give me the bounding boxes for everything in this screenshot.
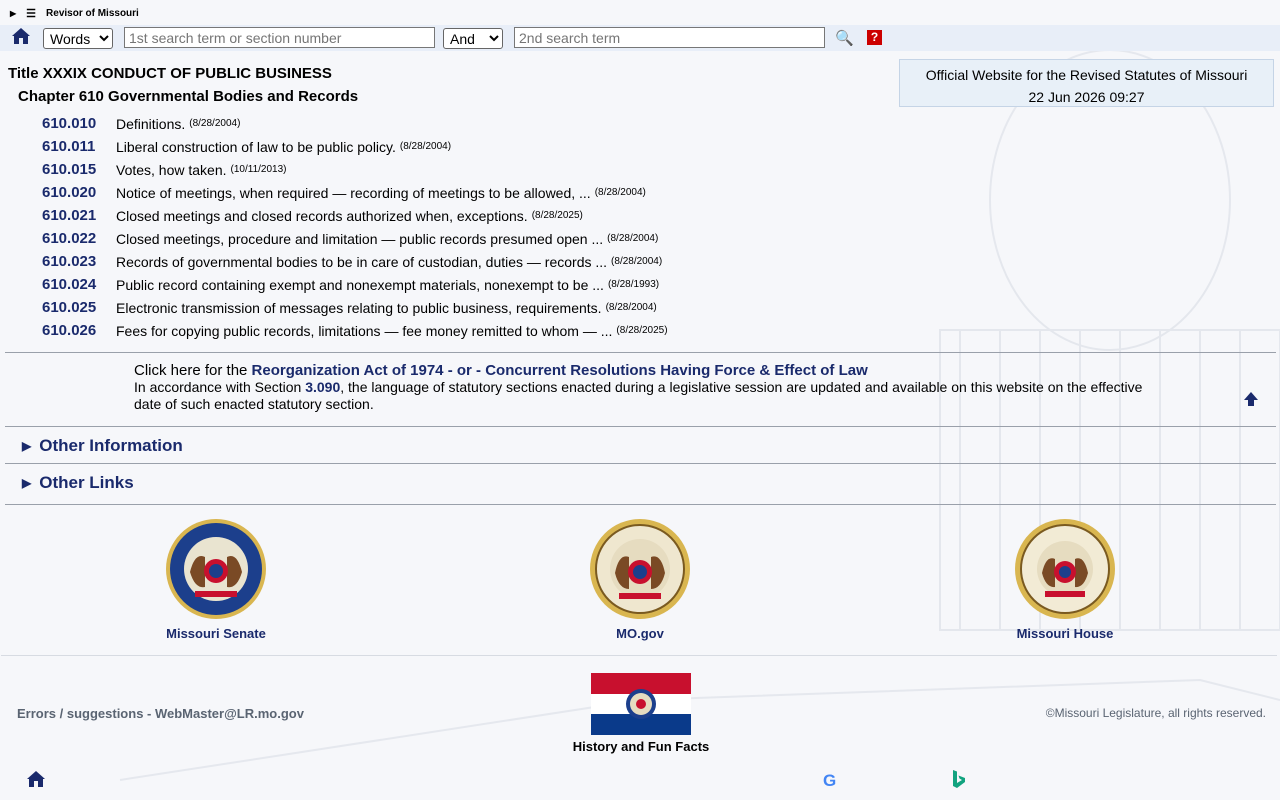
section-text: Liberal construction of law to be public… — [116, 138, 396, 155]
section-text: Fees for copying public records, limitat… — [116, 322, 613, 339]
section-row: 610.010 Definitions. (8/28/2004) — [42, 112, 668, 135]
reorg-prefix: Click here for the — [134, 362, 252, 379]
other-information-toggle[interactable]: ▶ Other Information — [22, 436, 183, 456]
reorg-separator: - or - — [443, 362, 486, 379]
missouri-senate-link[interactable]: Missouri Senate — [156, 517, 276, 641]
senate-seal-icon — [166, 519, 266, 619]
mo-gov-link[interactable]: MO.gov — [580, 517, 700, 641]
other-links-label: Other Links — [39, 473, 134, 492]
reorganization-act-link[interactable]: Reorganization Act of 1974 — [252, 362, 444, 379]
section-link[interactable]: 610.010 — [42, 115, 116, 132]
search-bar: Words And 🔍 ? — [0, 25, 1280, 51]
missouri-senate-label: Missouri Senate — [166, 626, 266, 641]
official-datetime: 22 Jun 2026 09:27 — [1028, 89, 1145, 105]
copyright-text: ©Missouri Legislature, all rights reserv… — [1045, 706, 1266, 720]
house-seal-icon — [1015, 519, 1115, 619]
disclosure-triangle-icon: ▶ — [22, 439, 32, 453]
section-date: (8/28/2004) — [399, 141, 452, 152]
divider — [5, 504, 1276, 505]
section-date: (8/28/2025) — [616, 325, 668, 336]
chapter-heading: Chapter 610 Governmental Bodies and Reco… — [18, 88, 359, 105]
section-row: 610.023 Records of governmental bodies to… — [42, 250, 668, 273]
missouri-flag-icon[interactable] — [591, 673, 691, 735]
other-links-toggle[interactable]: ▶ Other Links — [22, 473, 134, 493]
section-date: (8/28/2004) — [607, 233, 659, 244]
top-line: ▶ ☰ Revisor of Missouri — [0, 0, 1280, 26]
section-text: Notice of meetings, when required — reco… — [116, 184, 591, 201]
title-heading: Title XXXIX CONDUCT OF PUBLIC BUSINESS — [8, 65, 332, 82]
search-term-1-input[interactable] — [124, 27, 435, 48]
webmaster-link[interactable]: Errors / suggestions - WebMaster@LR.mo.g… — [17, 706, 304, 721]
section-text: Definitions. — [116, 115, 186, 132]
google-icon[interactable]: G — [823, 771, 836, 791]
state-seal-icon — [590, 519, 690, 619]
reorg-text-a: In accordance with Section — [134, 379, 306, 395]
section-date: (8/28/2004) — [611, 256, 663, 267]
missouri-house-link[interactable]: Missouri House — [1005, 517, 1125, 641]
section-row: 610.026 Fees for copying public records, … — [42, 319, 668, 342]
section-row: 610.025 Electronic transmission of messag… — [42, 296, 668, 319]
section-list: 610.010 Definitions. (8/28/2004) 610.011 Li… — [42, 112, 668, 342]
other-information-label: Other Information — [39, 436, 183, 455]
section-date: (10/11/2013) — [230, 164, 287, 175]
section-row: 610.024 Public record containing exempt a… — [42, 273, 668, 296]
help-icon[interactable]: ? — [867, 30, 882, 45]
section-link[interactable]: 610.022 — [42, 230, 116, 247]
section-link[interactable]: 610.025 — [42, 299, 116, 316]
mo-gov-label: MO.gov — [616, 626, 664, 641]
home-icon[interactable] — [11, 27, 31, 45]
section-link[interactable]: 610.024 — [42, 276, 116, 293]
divider — [5, 426, 1276, 427]
section-link[interactable]: 610.020 — [42, 184, 116, 201]
section-text: Electronic transmission of messages rela… — [116, 299, 602, 316]
section-link[interactable]: 610.023 — [42, 253, 116, 270]
section-row: 610.011 Liberal construction of law to be… — [42, 135, 668, 158]
magnifier-icon[interactable]: 🔍 — [835, 29, 854, 47]
section-row: 610.020 Notice of meetings, when required… — [42, 181, 668, 204]
divider — [5, 463, 1276, 464]
section-date: (8/28/1993) — [607, 279, 660, 290]
search-operator-select[interactable]: And — [443, 28, 503, 49]
section-link[interactable]: 610.026 — [42, 322, 116, 339]
section-link[interactable]: 610.015 — [42, 161, 116, 178]
bing-icon[interactable] — [951, 769, 967, 789]
section-link[interactable]: 610.021 — [42, 207, 116, 224]
section-link[interactable]: 610.011 — [42, 138, 116, 155]
section-date: (8/28/2025) — [531, 210, 583, 221]
section-text: Closed meetings, procedure and limitatio… — [116, 230, 604, 247]
section-date: (8/28/2004) — [605, 302, 657, 313]
search-mode-select[interactable]: Words — [43, 28, 113, 49]
section-date: (8/28/2004) — [594, 187, 646, 198]
section-text: Votes, how taken. — [116, 161, 227, 178]
search-term-2-input[interactable] — [514, 27, 825, 48]
official-website-box: Official Website for the Revised Statute… — [899, 59, 1274, 107]
section-row: 610.022 Closed meetings, procedure and li… — [42, 227, 668, 250]
section-text: Records of governmental bodies to be in … — [116, 253, 608, 270]
concurrent-resolutions-link[interactable]: Concurrent Resolutions Having Force & Ef… — [485, 362, 868, 379]
section-3090-link[interactable]: 3.090 — [305, 379, 340, 395]
divider — [5, 352, 1276, 353]
disclosure-triangle-icon: ▶ — [22, 476, 32, 490]
reorganization-note: Click here for the Reorganization Act of… — [134, 362, 1164, 413]
history-fun-facts-link[interactable]: History and Fun Facts — [560, 739, 722, 754]
home-icon[interactable] — [26, 770, 46, 788]
official-website-text: Official Website for the Revised Statute… — [925, 67, 1248, 83]
section-text: Public record containing exempt and none… — [116, 276, 604, 293]
section-row: 610.015 Votes, how taken. (10/11/2013) — [42, 158, 668, 181]
menu-icon[interactable]: ☰ — [26, 7, 36, 20]
section-date: (8/28/2004) — [189, 118, 241, 129]
section-text: Closed meetings and closed records autho… — [116, 207, 528, 224]
expand-triangle-icon[interactable]: ▶ — [10, 9, 16, 18]
section-row: 610.021 Closed meetings and closed record… — [42, 204, 668, 227]
missouri-house-label: Missouri House — [1016, 626, 1114, 641]
up-arrow-icon[interactable] — [1243, 391, 1259, 407]
site-name: Revisor of Missouri — [46, 7, 139, 19]
